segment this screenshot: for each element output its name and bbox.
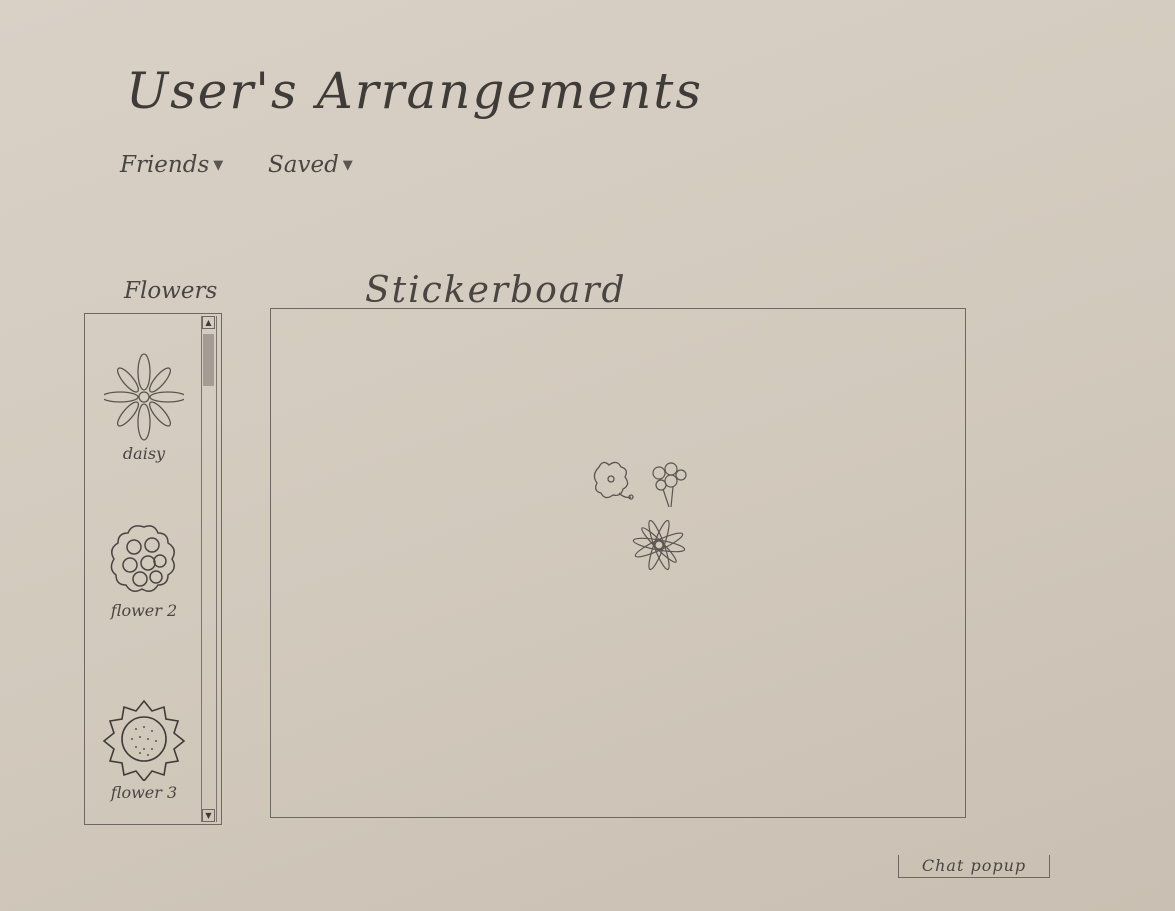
flowers-panel-title: Flowers <box>124 278 218 304</box>
flower-label: daisy <box>122 444 166 463</box>
flowers-scrollbar[interactable]: ▲ ▼ <box>201 316 217 822</box>
flower-cluster-icon[interactable] <box>643 459 693 511</box>
flower-label: flower 2 <box>110 601 178 620</box>
chat-popup-button[interactable]: Chat popup <box>898 855 1050 878</box>
friends-dropdown[interactable]: Friends ▼ <box>120 152 223 178</box>
rose-cluster-icon <box>110 525 175 592</box>
flowers-panel: daisy flower 2 flower 3 ▲ ▼ <box>84 313 222 825</box>
friends-dropdown-label: Friends <box>120 152 210 178</box>
stickerboard-title: Stickerboard <box>365 270 627 311</box>
flower-item-flower-3[interactable]: flower 3 <box>99 697 189 802</box>
flower-item-daisy[interactable]: daisy <box>99 352 189 463</box>
daisy-icon <box>104 353 184 441</box>
flower-label: flower 3 <box>110 783 178 802</box>
page-title: User's Arrangements <box>126 62 704 120</box>
chevron-down-icon: ▼ <box>213 157 224 173</box>
scroll-thumb[interactable] <box>203 334 214 386</box>
chevron-down-icon: ▼ <box>342 157 353 173</box>
sunflower-icon <box>102 699 186 781</box>
saved-dropdown[interactable]: Saved ▼ <box>268 152 353 178</box>
stickerboard[interactable] <box>270 308 966 818</box>
scroll-up-button[interactable]: ▲ <box>202 316 215 329</box>
saved-dropdown-label: Saved <box>268 152 339 178</box>
flower-item-flower-2[interactable]: flower 2 <box>99 519 189 620</box>
scroll-down-button[interactable]: ▼ <box>202 809 215 822</box>
